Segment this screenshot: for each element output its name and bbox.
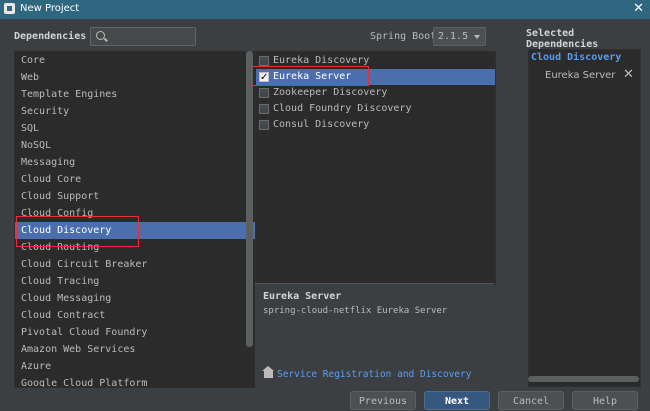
highlight-box-dependency — [251, 66, 369, 86]
selected-dependencies-title: Selected Dependencies — [526, 28, 599, 50]
selected-dependencies-panel: Cloud Discovery Eureka Server ✕ — [528, 49, 641, 387]
cancel-button[interactable]: Cancel — [498, 391, 564, 410]
dependency-item-zookeeper-discovery[interactable]: Zookeeper Discovery — [256, 85, 495, 101]
chevron-down-icon — [474, 35, 480, 39]
checkbox[interactable] — [259, 104, 269, 114]
selected-item-label: Eureka Server — [545, 70, 616, 81]
selected-group-label: Cloud Discovery — [531, 52, 622, 63]
checkbox[interactable] — [259, 56, 269, 66]
title-bar: New Project ✕ — [0, 0, 650, 19]
category-item-google-cloud-platform[interactable]: Google Cloud Platform — [15, 375, 255, 387]
dependencies-label: Dependencies — [14, 31, 87, 42]
category-item-cloud-tracing[interactable]: Cloud Tracing — [15, 273, 255, 290]
category-item-cloud-core[interactable]: Cloud Core — [15, 171, 255, 188]
category-item-messaging[interactable]: Messaging — [15, 154, 255, 171]
selected-panel-scrollbar[interactable] — [528, 376, 639, 382]
category-item-cloud-support[interactable]: Cloud Support — [15, 188, 255, 205]
dependency-item-consul-discovery[interactable]: Consul Discovery — [256, 117, 495, 133]
spring-boot-version-select[interactable]: 2.1.5 — [433, 27, 486, 46]
category-item-cloud-contract[interactable]: Cloud Contract — [15, 307, 255, 324]
category-item-pivotal-cloud-foundry[interactable]: Pivotal Cloud Foundry — [15, 324, 255, 341]
description-text: spring-cloud-netflix Eureka Server — [263, 306, 448, 316]
remove-icon[interactable]: ✕ — [623, 67, 634, 82]
category-item-template-engines[interactable]: Template Engines — [15, 86, 255, 103]
spring-boot-version-value: 2.1.5 — [438, 31, 469, 42]
dependency-list[interactable]: Eureka Discovery Eureka Server Zookeeper… — [255, 51, 496, 285]
dependency-item-cloud-foundry-discovery[interactable]: Cloud Foundry Discovery — [256, 101, 495, 117]
category-item-sql[interactable]: SQL — [15, 120, 255, 137]
dependency-label: Zookeeper Discovery — [273, 87, 388, 98]
window-title: New Project — [20, 3, 80, 14]
category-item-azure[interactable]: Azure — [15, 358, 255, 375]
previous-button[interactable]: Previous — [350, 391, 416, 410]
checkbox[interactable] — [259, 88, 269, 98]
search-icon — [96, 31, 105, 40]
close-icon[interactable]: ✕ — [633, 1, 644, 16]
description-title: Eureka Server — [263, 291, 342, 302]
category-item-nosql[interactable]: NoSQL — [15, 137, 255, 154]
category-item-security[interactable]: Security — [15, 103, 255, 120]
dependency-label: Cloud Foundry Discovery — [273, 103, 412, 114]
search-field[interactable] — [90, 27, 196, 46]
dependency-description: Eureka Server spring-cloud-netflix Eurek… — [255, 283, 494, 387]
home-icon — [262, 366, 274, 378]
dependency-label: Consul Discovery — [273, 119, 370, 130]
checkbox[interactable] — [259, 120, 269, 130]
search-input[interactable] — [111, 29, 195, 45]
next-button[interactable]: Next — [424, 391, 490, 410]
spring-boot-label: Spring Boot — [370, 31, 437, 42]
help-button[interactable]: Help — [572, 391, 638, 410]
category-item-cloud-circuit-breaker[interactable]: Cloud Circuit Breaker — [15, 256, 255, 273]
service-registration-link[interactable]: Service Registration and Discovery — [277, 369, 471, 380]
category-item-cloud-messaging[interactable]: Cloud Messaging — [15, 290, 255, 307]
category-item-core[interactable]: Core — [15, 52, 255, 69]
category-item-web[interactable]: Web — [15, 69, 255, 86]
category-scrollbar[interactable] — [246, 51, 253, 347]
category-item-amazon-web-services[interactable]: Amazon Web Services — [15, 341, 255, 358]
app-icon — [4, 3, 15, 14]
highlight-box-category — [16, 216, 139, 247]
